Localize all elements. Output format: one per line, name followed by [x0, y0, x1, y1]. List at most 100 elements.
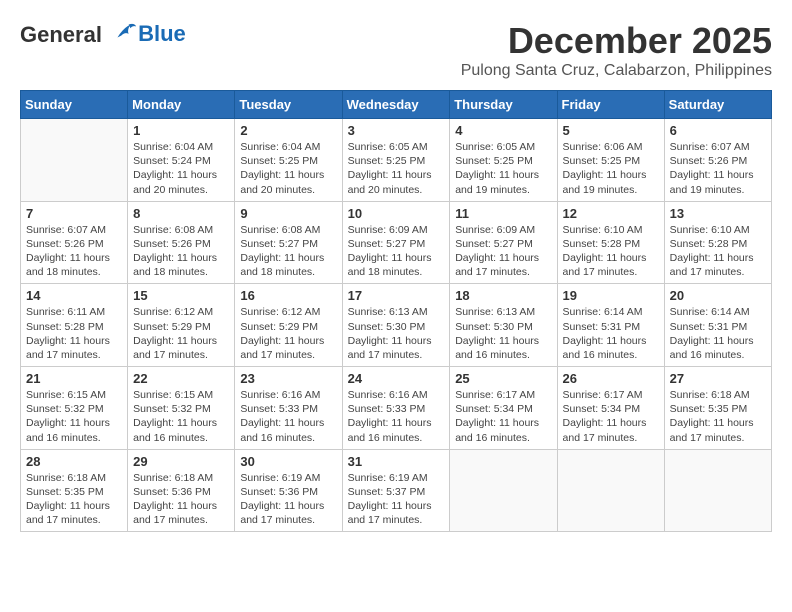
calendar-cell: 4 Sunrise: 6:05 AMSunset: 5:25 PMDaylight… [450, 119, 557, 202]
day-info: Sunrise: 6:18 AMSunset: 5:35 PMDaylight:… [26, 471, 122, 528]
day-info: Sunrise: 6:10 AMSunset: 5:28 PMDaylight:… [670, 223, 766, 280]
day-number: 1 [133, 123, 229, 138]
title-section: December 2025 Pulong Santa Cruz, Calabar… [461, 20, 772, 80]
calendar-cell [557, 449, 664, 532]
day-number: 3 [348, 123, 445, 138]
calendar-cell: 8 Sunrise: 6:08 AMSunset: 5:26 PMDaylight… [128, 201, 235, 284]
day-number: 29 [133, 454, 229, 469]
day-info: Sunrise: 6:15 AMSunset: 5:32 PMDaylight:… [26, 388, 122, 445]
day-info: Sunrise: 6:14 AMSunset: 5:31 PMDaylight:… [563, 305, 659, 362]
day-info: Sunrise: 6:08 AMSunset: 5:27 PMDaylight:… [240, 223, 336, 280]
day-number: 9 [240, 206, 336, 221]
month-title: December 2025 [461, 20, 772, 62]
calendar-table: SundayMondayTuesdayWednesdayThursdayFrid… [20, 90, 772, 532]
day-number: 11 [455, 206, 551, 221]
day-info: Sunrise: 6:17 AMSunset: 5:34 PMDaylight:… [455, 388, 551, 445]
logo-blue-text: Blue [138, 21, 186, 47]
day-number: 27 [670, 371, 766, 386]
calendar-cell: 25 Sunrise: 6:17 AMSunset: 5:34 PMDayligh… [450, 367, 557, 450]
day-number: 18 [455, 288, 551, 303]
calendar-cell: 29 Sunrise: 6:18 AMSunset: 5:36 PMDayligh… [128, 449, 235, 532]
column-header-saturday: Saturday [664, 91, 771, 119]
calendar-cell: 1 Sunrise: 6:04 AMSunset: 5:24 PMDaylight… [128, 119, 235, 202]
day-info: Sunrise: 6:09 AMSunset: 5:27 PMDaylight:… [348, 223, 445, 280]
calendar-cell [21, 119, 128, 202]
day-info: Sunrise: 6:04 AMSunset: 5:24 PMDaylight:… [133, 140, 229, 197]
day-info: Sunrise: 6:18 AMSunset: 5:36 PMDaylight:… [133, 471, 229, 528]
day-info: Sunrise: 6:06 AMSunset: 5:25 PMDaylight:… [563, 140, 659, 197]
day-number: 24 [348, 371, 445, 386]
day-number: 15 [133, 288, 229, 303]
day-info: Sunrise: 6:17 AMSunset: 5:34 PMDaylight:… [563, 388, 659, 445]
calendar-cell: 5 Sunrise: 6:06 AMSunset: 5:25 PMDaylight… [557, 119, 664, 202]
day-number: 5 [563, 123, 659, 138]
calendar-cell: 19Sunrise: 6:14 AMSunset: 5:31 PMDayligh… [557, 284, 664, 367]
calendar-cell: 21Sunrise: 6:15 AMSunset: 5:32 PMDayligh… [21, 367, 128, 450]
calendar-week-row: 28Sunrise: 6:18 AMSunset: 5:35 PMDayligh… [21, 449, 772, 532]
day-info: Sunrise: 6:12 AMSunset: 5:29 PMDaylight:… [133, 305, 229, 362]
calendar-cell: 11 Sunrise: 6:09 AMSunset: 5:27 PMDayligh… [450, 201, 557, 284]
day-info: Sunrise: 6:07 AMSunset: 5:26 PMDaylight:… [26, 223, 122, 280]
calendar-cell: 13Sunrise: 6:10 AMSunset: 5:28 PMDayligh… [664, 201, 771, 284]
calendar-cell [664, 449, 771, 532]
calendar-cell: 9 Sunrise: 6:08 AMSunset: 5:27 PMDaylight… [235, 201, 342, 284]
column-header-friday: Friday [557, 91, 664, 119]
calendar-cell: 18 Sunrise: 6:13 AMSunset: 5:30 PMDayligh… [450, 284, 557, 367]
calendar-cell: 12 Sunrise: 6:10 AMSunset: 5:28 PMDayligh… [557, 201, 664, 284]
day-info: Sunrise: 6:09 AMSunset: 5:27 PMDaylight:… [455, 223, 551, 280]
day-number: 31 [348, 454, 445, 469]
calendar-cell: 24 Sunrise: 6:16 AMSunset: 5:33 PMDayligh… [342, 367, 450, 450]
day-info: Sunrise: 6:04 AMSunset: 5:25 PMDaylight:… [240, 140, 336, 197]
column-header-tuesday: Tuesday [235, 91, 342, 119]
day-number: 6 [670, 123, 766, 138]
day-number: 25 [455, 371, 551, 386]
calendar-header-row: SundayMondayTuesdayWednesdayThursdayFrid… [21, 91, 772, 119]
day-info: Sunrise: 6:19 AMSunset: 5:37 PMDaylight:… [348, 471, 445, 528]
day-info: Sunrise: 6:18 AMSunset: 5:35 PMDaylight:… [670, 388, 766, 445]
day-number: 10 [348, 206, 445, 221]
calendar-cell: 28Sunrise: 6:18 AMSunset: 5:35 PMDayligh… [21, 449, 128, 532]
day-number: 4 [455, 123, 551, 138]
day-info: Sunrise: 6:05 AMSunset: 5:25 PMDaylight:… [348, 140, 445, 197]
day-number: 17 [348, 288, 445, 303]
calendar-week-row: 7Sunrise: 6:07 AMSunset: 5:26 PMDaylight… [21, 201, 772, 284]
calendar-cell: 20 Sunrise: 6:14 AMSunset: 5:31 PMDayligh… [664, 284, 771, 367]
calendar-cell: 26Sunrise: 6:17 AMSunset: 5:34 PMDayligh… [557, 367, 664, 450]
day-info: Sunrise: 6:08 AMSunset: 5:26 PMDaylight:… [133, 223, 229, 280]
calendar-week-row: 21Sunrise: 6:15 AMSunset: 5:32 PMDayligh… [21, 367, 772, 450]
calendar-cell: 10 Sunrise: 6:09 AMSunset: 5:27 PMDayligh… [342, 201, 450, 284]
day-number: 23 [240, 371, 336, 386]
location-title: Pulong Santa Cruz, Calabarzon, Philippin… [461, 62, 772, 80]
calendar-cell: 31 Sunrise: 6:19 AMSunset: 5:37 PMDayligh… [342, 449, 450, 532]
day-info: Sunrise: 6:16 AMSunset: 5:33 PMDaylight:… [348, 388, 445, 445]
calendar-cell: 17Sunrise: 6:13 AMSunset: 5:30 PMDayligh… [342, 284, 450, 367]
column-header-monday: Monday [128, 91, 235, 119]
day-number: 8 [133, 206, 229, 221]
column-header-thursday: Thursday [450, 91, 557, 119]
day-info: Sunrise: 6:11 AMSunset: 5:28 PMDaylight:… [26, 305, 122, 362]
day-number: 12 [563, 206, 659, 221]
calendar-cell: 22Sunrise: 6:15 AMSunset: 5:32 PMDayligh… [128, 367, 235, 450]
logo: General Blue [20, 20, 186, 48]
calendar-week-row: 14 Sunrise: 6:11 AMSunset: 5:28 PMDayligh… [21, 284, 772, 367]
day-info: Sunrise: 6:13 AMSunset: 5:30 PMDaylight:… [455, 305, 551, 362]
day-info: Sunrise: 6:14 AMSunset: 5:31 PMDaylight:… [670, 305, 766, 362]
day-info: Sunrise: 6:05 AMSunset: 5:25 PMDaylight:… [455, 140, 551, 197]
calendar-cell: 23 Sunrise: 6:16 AMSunset: 5:33 PMDayligh… [235, 367, 342, 450]
day-number: 20 [670, 288, 766, 303]
logo-bird-icon [110, 20, 138, 42]
calendar-cell [450, 449, 557, 532]
calendar-cell: 27 Sunrise: 6:18 AMSunset: 5:35 PMDayligh… [664, 367, 771, 450]
calendar-cell: 14 Sunrise: 6:11 AMSunset: 5:28 PMDayligh… [21, 284, 128, 367]
day-info: Sunrise: 6:12 AMSunset: 5:29 PMDaylight:… [240, 305, 336, 362]
day-number: 16 [240, 288, 336, 303]
day-info: Sunrise: 6:07 AMSunset: 5:26 PMDaylight:… [670, 140, 766, 197]
day-number: 14 [26, 288, 122, 303]
page-header: General Blue December 2025 Pulong Santa … [20, 20, 772, 80]
calendar-cell: 16 Sunrise: 6:12 AMSunset: 5:29 PMDayligh… [235, 284, 342, 367]
day-info: Sunrise: 6:10 AMSunset: 5:28 PMDaylight:… [563, 223, 659, 280]
day-number: 30 [240, 454, 336, 469]
column-header-wednesday: Wednesday [342, 91, 450, 119]
day-info: Sunrise: 6:16 AMSunset: 5:33 PMDaylight:… [240, 388, 336, 445]
calendar-cell: 30Sunrise: 6:19 AMSunset: 5:36 PMDayligh… [235, 449, 342, 532]
